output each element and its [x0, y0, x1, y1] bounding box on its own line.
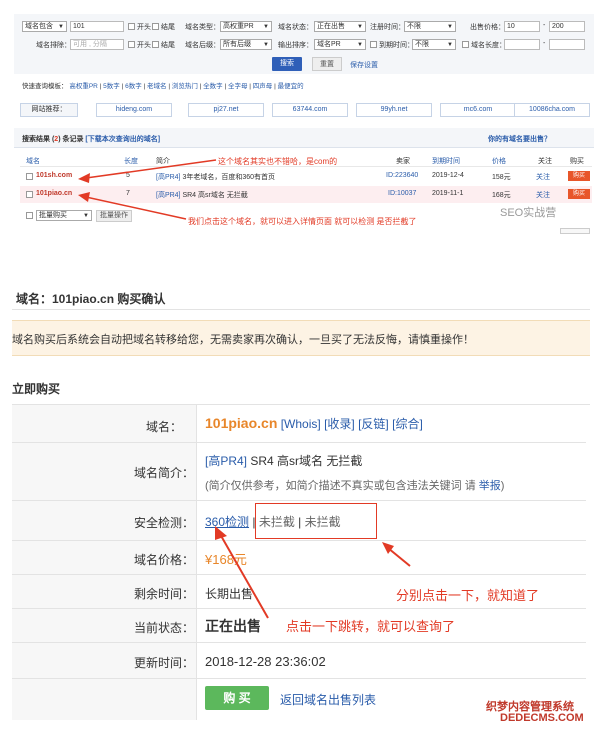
domain-name: 101piao.cn	[205, 415, 278, 431]
section-title: 立即购买	[12, 382, 61, 396]
arrow-head	[215, 526, 227, 540]
watermark-text: SEO实战营	[500, 207, 557, 219]
field-label: 域名：	[146, 420, 183, 434]
update-value: 2018-12-28 23:36:02	[205, 654, 326, 669]
page-title: 域名：101piao.cn 购买确认	[16, 292, 166, 306]
annotation-arrows-bottom	[215, 526, 411, 619]
backlink-link[interactable]: [反链]	[358, 417, 389, 431]
watermark-text: DEDECMS.COM	[500, 712, 584, 724]
back-to-list-link[interactable]: 返回域名出售列表	[280, 691, 376, 708]
divider	[12, 642, 586, 643]
arrow-head	[78, 173, 90, 183]
arrow-line	[85, 159, 217, 179]
field-label: 更新时间：	[134, 656, 195, 670]
field-label: 域名简介：	[134, 466, 195, 480]
buy-button[interactable]: 购 买	[205, 686, 269, 710]
notice-text: 域名购买后系统会自动把域名转移给您，无需卖家再次确认，一旦买了无法反悔，请慎重操…	[12, 334, 474, 346]
image-separator	[0, 240, 600, 270]
whois-link[interactable]: [Whois]	[281, 417, 321, 431]
arrow-line	[387, 547, 411, 567]
desc-value: [高PR4] SR4 高sr域名 无拦截	[205, 454, 363, 468]
scrollbar-stub[interactable]	[560, 228, 590, 234]
divider	[12, 442, 586, 443]
arrow-head	[78, 192, 90, 202]
report-link[interactable]: 举报	[479, 480, 501, 492]
domain-value-row: 101piao.cn [Whois] [收录] [反链] [综合]	[205, 415, 423, 432]
arrow-line	[85, 196, 187, 220]
collect-link[interactable]: [收录]	[324, 417, 355, 431]
divider	[12, 678, 586, 679]
arrow-line	[219, 533, 269, 619]
desc-note: (简介仅供参考，如简介描述不真实或包含违法关键词 请 举报)	[205, 480, 505, 492]
combined-link[interactable]: [综合]	[392, 417, 423, 431]
